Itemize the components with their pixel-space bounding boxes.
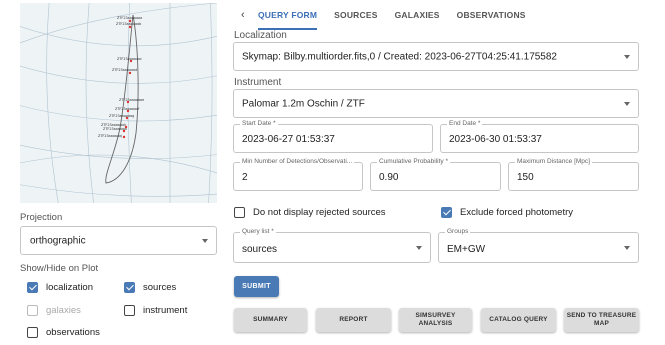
checkbox-unchecked-icon — [124, 305, 135, 316]
skymap-label: ZTF23aaaaaaj — [98, 134, 122, 138]
galaxies-checkbox: galaxies — [27, 305, 81, 316]
chevron-down-icon — [624, 54, 630, 59]
checkbox-checked-icon — [441, 207, 452, 218]
exclude-forced-checkbox-label: Exclude forced photometry — [460, 207, 574, 218]
min-detections-value: 2 — [242, 172, 248, 183]
start-date-legend: Start Date * — [240, 120, 278, 127]
tab-sources[interactable]: SOURCES — [334, 0, 377, 30]
sources-checkbox[interactable]: sources — [124, 282, 176, 293]
chevron-down-icon — [416, 245, 422, 250]
chevron-down-icon — [202, 238, 208, 243]
localization-checkbox[interactable]: localization — [27, 282, 93, 293]
checkbox-checked-icon — [27, 282, 38, 293]
groups-value: EM+GW — [447, 244, 486, 255]
chevron-down-icon — [624, 245, 630, 250]
simsurvey-analysis-button[interactable]: SIMSURVEY ANALYSIS — [399, 308, 472, 332]
instrument-checkbox[interactable]: instrument — [124, 305, 187, 316]
instrument-section-label: Instrument — [234, 77, 282, 88]
max-distance-legend: Maximum Distance [Mpc] — [515, 158, 592, 165]
checkbox-checked-icon — [124, 282, 135, 293]
exclude-forced-checkbox[interactable]: Exclude forced photometry — [441, 207, 573, 218]
tab-observations[interactable]: OBSERVATIONS — [457, 0, 526, 30]
report-button[interactable]: REPORT — [316, 308, 391, 332]
cumulative-probability-legend: Cumulative Probability * — [377, 158, 451, 165]
end-date-legend: End Date * — [447, 120, 483, 127]
chevron-down-icon — [624, 101, 630, 106]
skymap-label: ZTF23aaaaaaa — [117, 16, 142, 20]
observations-checkbox[interactable]: observations — [27, 327, 100, 338]
localization-section-label: Localization — [234, 30, 287, 41]
skymap-label: ZTF23aaaaaaf — [115, 107, 140, 111]
query-list-select[interactable]: Query list * sources — [233, 228, 431, 263]
skymap-plot[interactable]: ZTF23aaaaaaa ZTF23aaaaaab ZTF23aaaaaac Z… — [20, 3, 217, 203]
skymap-label: ZTF23aaaaaad — [112, 68, 137, 72]
skymap-graticule — [20, 3, 217, 203]
localization-select-value: Skymap: Bilby.multiorder.fits,0 / Create… — [242, 51, 557, 62]
chevron-left-icon[interactable]: ‹ — [233, 9, 258, 21]
instrument-select[interactable]: Palomar 1.2m Oschin / ZTF — [233, 89, 639, 118]
end-date-field[interactable]: End Date * 2023-06-30 01:53:37 — [440, 120, 639, 153]
tab-bar: ‹ QUERY FORM SOURCES GALAXIES OBSERVATIO… — [233, 0, 543, 30]
instrument-checkbox-label: instrument — [143, 305, 188, 316]
skymap-label: ZTF23aaaaaag — [109, 114, 134, 118]
skymap-label: ZTF23aaaaaac — [117, 57, 142, 61]
skymap-label: ZTF23aaaaaai — [103, 127, 127, 131]
checkbox-disabled-icon — [27, 305, 38, 316]
query-list-legend: Query list * — [240, 228, 276, 235]
cumulative-probability-value: 0.90 — [379, 172, 399, 183]
summary-button[interactable]: SUMMARY — [234, 308, 307, 332]
min-detections-field[interactable]: Min Number of Detections/Observati... 2 — [233, 158, 363, 191]
projection-label: Projection — [20, 212, 63, 223]
galaxies-checkbox-label: galaxies — [46, 305, 81, 316]
catalog-query-button[interactable]: CATALOG QUERY — [481, 308, 556, 332]
end-date-value: 2023-06-30 01:53:37 — [449, 134, 542, 145]
instrument-select-value: Palomar 1.2m Oschin / ZTF — [242, 98, 365, 109]
projection-value: orthographic — [30, 235, 86, 246]
show-hide-label: Show/Hide on Plot — [20, 263, 99, 274]
groups-select[interactable]: Groups EM+GW — [438, 228, 639, 263]
skymap-label: ZTF23aaaaaae — [119, 98, 144, 102]
tab-query-form[interactable]: QUERY FORM — [258, 0, 318, 30]
min-detections-legend: Min Number of Detections/Observati... — [240, 158, 355, 165]
projection-select[interactable]: orthographic — [20, 226, 217, 255]
submit-button[interactable]: SUBMIT — [234, 276, 279, 297]
tab-galaxies[interactable]: GALAXIES — [395, 0, 440, 30]
cumulative-probability-field[interactable]: Cumulative Probability * 0.90 — [370, 158, 501, 191]
observations-checkbox-label: observations — [46, 327, 100, 338]
sources-checkbox-label: sources — [143, 282, 177, 293]
skymap-svg: ZTF23aaaaaaa ZTF23aaaaaab ZTF23aaaaaac Z… — [20, 3, 217, 203]
start-date-field[interactable]: Start Date * 2023-06-27 01:53:37 — [233, 120, 433, 153]
start-date-value: 2023-06-27 01:53:37 — [242, 134, 335, 145]
localization-select[interactable]: Skymap: Bilby.multiorder.fits,0 / Create… — [233, 42, 639, 71]
no-rejected-checkbox[interactable]: Do not display rejected sources — [234, 207, 386, 218]
query-list-value: sources — [242, 244, 278, 255]
checkbox-unchecked-icon — [27, 327, 38, 338]
localization-checkbox-label: localization — [46, 282, 93, 293]
max-distance-field[interactable]: Maximum Distance [Mpc] 150 — [508, 158, 639, 191]
groups-legend: Groups — [445, 228, 471, 235]
send-to-treasure-map-button[interactable]: SEND TO TREASURE MAP — [564, 308, 639, 332]
max-distance-value: 150 — [517, 172, 534, 183]
checkbox-unchecked-icon — [234, 207, 245, 218]
no-rejected-checkbox-label: Do not display rejected sources — [253, 207, 386, 218]
skymap-label: ZTF23aaaaaab — [116, 22, 141, 26]
